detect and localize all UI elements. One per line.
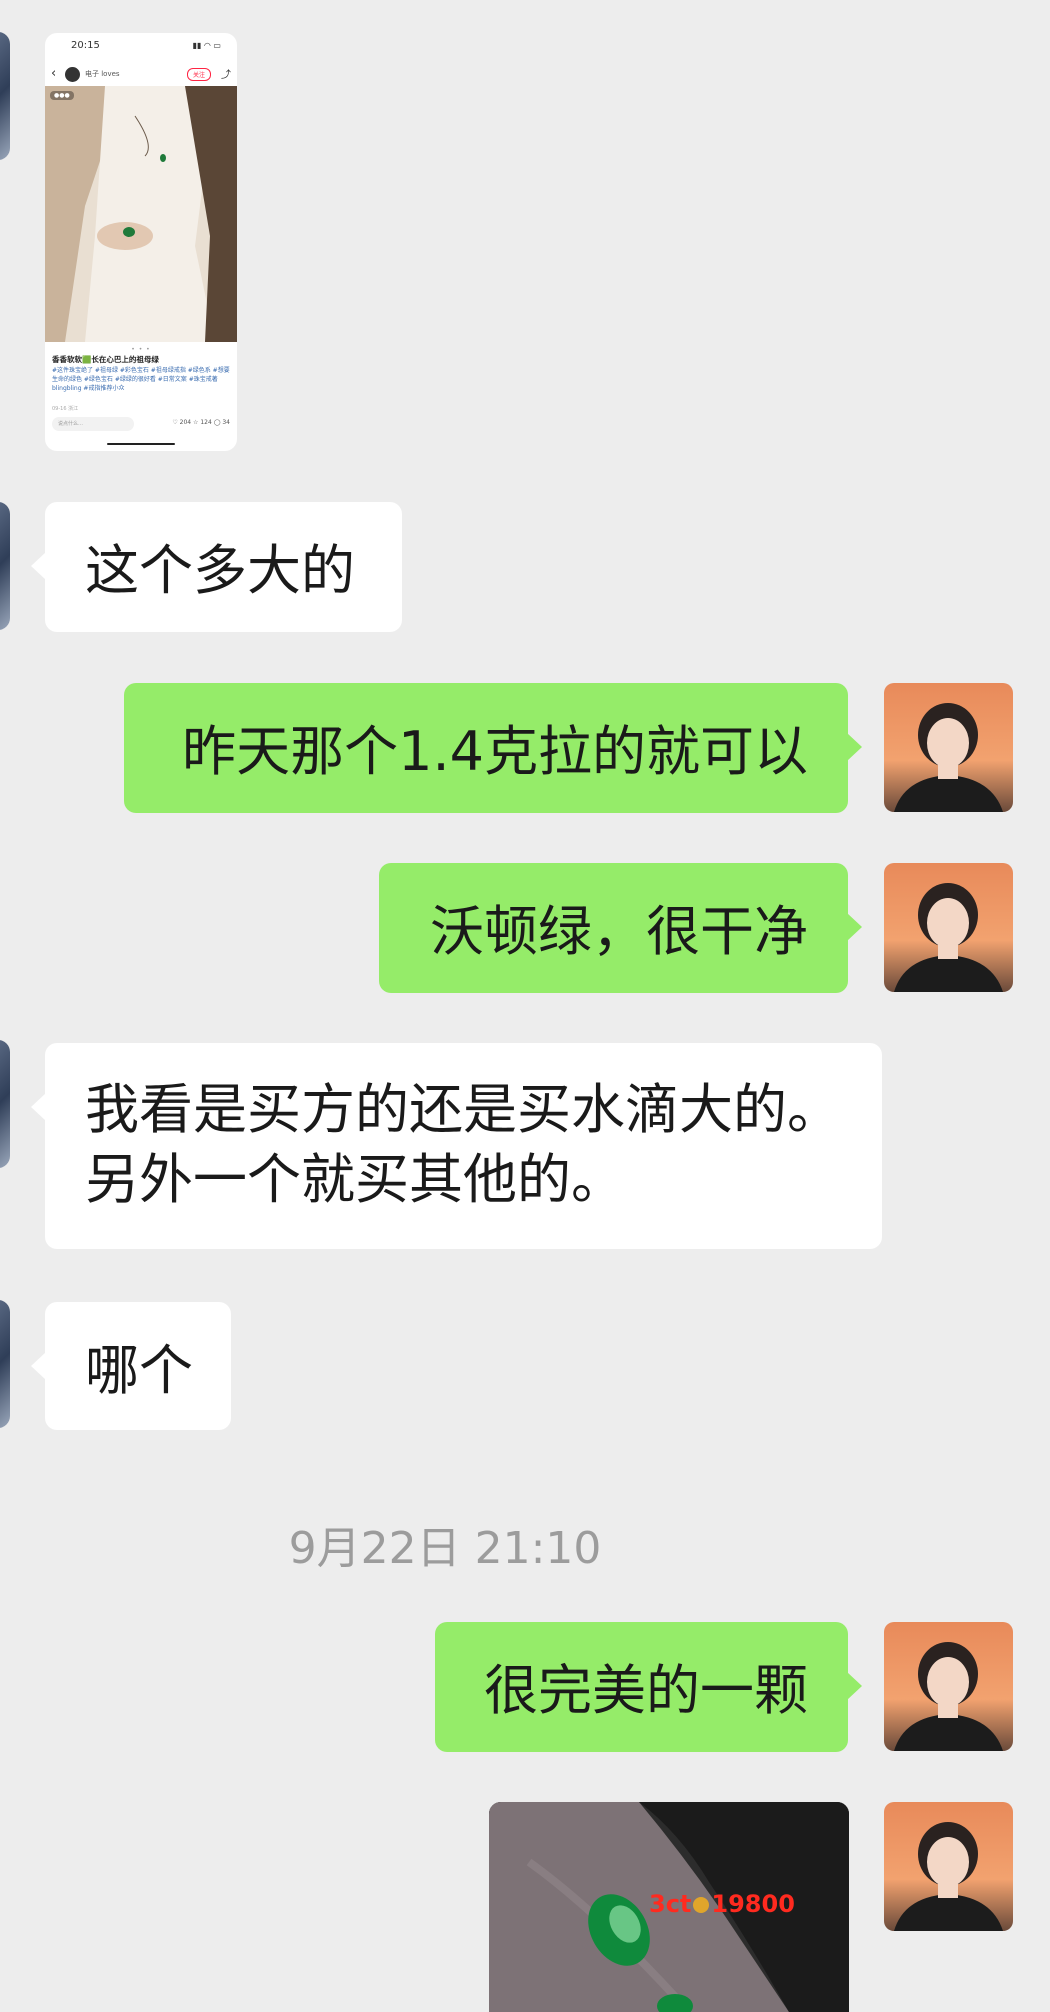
my-avatar[interactable] [884,1802,1013,1931]
post-photo: ●●● [45,86,237,342]
my-avatar[interactable] [884,1622,1013,1751]
contact-avatar[interactable] [0,32,10,160]
message-text: 这个多大的 [85,539,355,602]
contact-avatar[interactable] [0,1300,10,1428]
weight-text: 3ct [649,1890,692,1918]
my-avatar[interactable] [884,683,1013,812]
share-icon: ⤴ [221,70,231,81]
outgoing-message[interactable]: 昨天那个1.4克拉的就可以 [124,683,862,813]
message-text: 昨天那个1.4克拉的就可以 [182,720,808,783]
shared-screenshot-message[interactable]: 20:15 ▮▮ ◠ ▭ ‹ 电子 loves 关注 ⤴ ●●● • • • 香… [45,33,237,451]
incoming-message[interactable]: 哪个 [31,1302,231,1430]
outgoing-message[interactable]: 很完美的一颗 [435,1622,862,1752]
follow-button: 关注 [186,68,211,81]
author-avatar [65,67,80,82]
post-tags: #这件珠宝绝了 #祖母绿 #彩色宝石 #祖母绿戒指 #绿色系 #想要生命的绿色 … [52,367,230,392]
heart-icon: ♡ [172,419,178,426]
photo-tag: ●●● [50,91,74,100]
incoming-message[interactable]: 这个多大的 [31,502,402,632]
like-count: 204 [179,419,192,426]
author-name: 电子 loves [85,70,120,78]
message-text: 沃顿绿，很干净 [430,900,808,963]
post-date: 09-16 浙江 [52,406,79,412]
comment-count: 34 [222,419,230,426]
gemstone-photo-message[interactable]: 3ct 19800 [489,1802,849,2012]
incoming-message[interactable]: 我看是买方的还是买水滴大的。 另外一个就买其他的。 [31,1043,882,1249]
status-icons: ▮▮ ◠ ▭ [192,41,221,50]
outgoing-message[interactable]: 沃顿绿，很干净 [379,863,862,993]
message-text: 哪个 [85,1339,193,1402]
price-label: 3ct 19800 [649,1890,795,1918]
home-indicator [107,443,175,445]
star-icon: ☆ [193,419,199,426]
price-text: 19800 [711,1890,795,1918]
back-icon: ‹ [51,66,57,81]
collect-count: 124 [200,419,212,426]
status-time: 20:15 [71,40,100,51]
post-stats: ♡ 204 ☆ 124 ◯ 34 [172,419,230,426]
contact-avatar[interactable] [0,502,10,630]
contact-avatar[interactable] [0,1040,10,1168]
comment-icon: ◯ [213,419,221,426]
post-title: 香香软软🟩长在心巴上的祖母绿 [52,355,159,364]
carousel-dots: • • • [131,346,151,353]
message-text-line-2: 另外一个就买其他的。 [85,1148,625,1211]
comment-input: 说点什么… [52,417,134,431]
my-avatar[interactable] [884,863,1013,992]
chat-timestamp: 9月22日 21:10 [288,1523,602,1574]
coin-icon [693,1897,710,1913]
message-text: 很完美的一颗 [484,1659,808,1722]
message-text-line-1: 我看是买方的还是买水滴大的。 [85,1078,841,1141]
